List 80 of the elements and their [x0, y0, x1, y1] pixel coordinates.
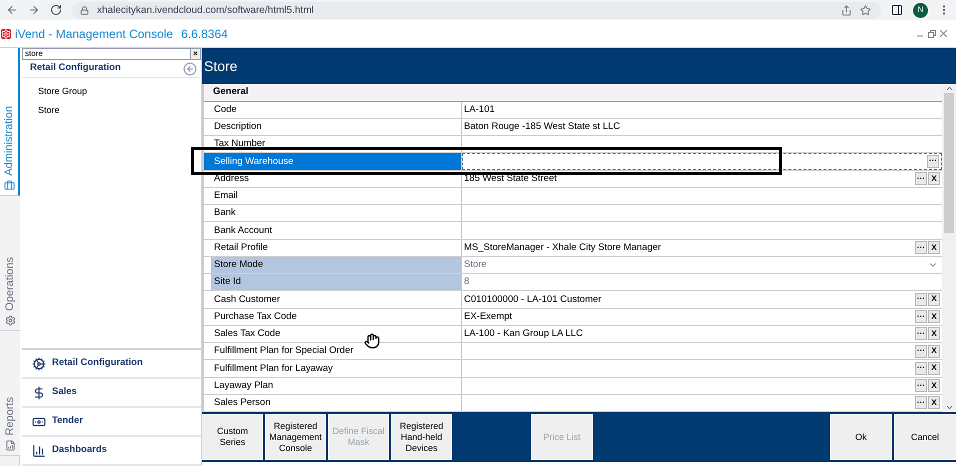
property-value-field[interactable]: Baton Rouge -185 West State st LLC	[462, 118, 942, 135]
cancel-button[interactable]: Cancel	[894, 414, 956, 460]
url-text: xhalecitykan.ivendcloud.com/software/html5.html	[97, 4, 315, 18]
nav-button[interactable]: Dashboards	[22, 437, 201, 466]
share-icon[interactable]	[841, 4, 852, 16]
browse-button[interactable]: ···	[915, 310, 927, 324]
scroll-down-icon[interactable]	[944, 403, 954, 412]
property-value-field[interactable]: ··· X	[462, 378, 942, 394]
address-bar[interactable]: xhalecitykan.ivendcloud.com/software/html5.html	[72, 2, 881, 18]
search-field[interactable]: store ×	[22, 48, 201, 60]
clear-button[interactable]: X	[928, 344, 940, 358]
briefcase-icon	[4, 180, 14, 191]
browse-button[interactable]: ···	[915, 379, 927, 392]
footer-button[interactable]: Registered Management Console	[265, 414, 326, 460]
reload-icon[interactable]	[50, 4, 62, 16]
property-label[interactable]: Site Id	[211, 274, 461, 290]
clear-button[interactable]: X	[928, 241, 940, 254]
scrollbar[interactable]	[942, 84, 956, 412]
lock-icon	[80, 6, 89, 14]
star-icon[interactable]	[860, 4, 871, 16]
footer-button[interactable]: Custom Series	[202, 414, 263, 460]
app-title: iVend - Management Console	[15, 26, 174, 42]
property-value-field[interactable]: EX-Exempt ··· X	[462, 308, 942, 325]
browse-button[interactable]: ···	[915, 396, 927, 410]
side-tab[interactable]: Reports	[0, 331, 20, 456]
app-version: 6.6.8364	[181, 26, 229, 42]
side-panel-icon[interactable]	[891, 4, 903, 16]
browse-button[interactable]: ···	[927, 154, 939, 168]
browse-button[interactable]: ···	[915, 362, 927, 375]
clear-button[interactable]: X	[928, 292, 940, 306]
forward-icon[interactable]	[28, 4, 40, 16]
profile-avatar[interactable]: N	[913, 2, 928, 18]
back-icon[interactable]	[6, 4, 18, 16]
section-heading: General	[213, 85, 248, 100]
clear-button[interactable]: X	[928, 310, 940, 324]
browse-button[interactable]: ···	[915, 327, 927, 340]
browse-button[interactable]: ···	[915, 292, 927, 306]
nav-button[interactable]: Retail Configuration	[22, 350, 201, 379]
gear-icon	[4, 315, 16, 326]
clear-button[interactable]: X	[928, 172, 940, 186]
gears-icon	[32, 356, 46, 370]
sales-icon	[32, 386, 46, 400]
property-value-field[interactable]: LA-100 - Kan Group LA LLC ··· X	[462, 326, 942, 342]
side-tab[interactable]: Administration	[0, 48, 20, 196]
property-value-field[interactable]: Store	[462, 256, 942, 273]
browse-button[interactable]: ···	[915, 172, 927, 186]
sidebar-item[interactable]: Store Group	[22, 82, 201, 101]
clear-button[interactable]: X	[928, 327, 940, 340]
close-icon[interactable]	[940, 30, 947, 37]
ok-button[interactable]: Ok	[830, 414, 892, 460]
restore-icon[interactable]	[928, 30, 936, 38]
footer-button[interactable]: Registered Hand-held Devices	[391, 414, 452, 460]
scroll-thumb[interactable]	[944, 93, 954, 233]
clear-search-button[interactable]: ×	[190, 49, 200, 59]
property-value-field[interactable]: ···	[462, 153, 942, 170]
property-value-field[interactable]: LA-101	[462, 102, 942, 118]
clear-button[interactable]: X	[928, 379, 940, 392]
property-label[interactable]: Selling Warehouse	[204, 153, 461, 170]
side-tab[interactable]: Operations	[0, 196, 20, 331]
property-value-field[interactable]: ··· X	[462, 394, 942, 411]
chart-icon	[32, 444, 46, 458]
property-value-field[interactable]: C010100000 - LA-101 Customer ··· X	[462, 291, 942, 308]
property-value-field[interactable]: MS_StoreManager - Xhale City Store Manager ··· X	[462, 240, 942, 256]
clear-button[interactable]: X	[928, 396, 940, 410]
property-value-field[interactable]: ··· X	[462, 343, 942, 360]
browse-button[interactable]: ···	[915, 344, 927, 358]
property-value-field[interactable]: 8	[462, 274, 942, 290]
sidebar-heading: Retail Configuration	[30, 61, 122, 76]
nav-button[interactable]: Sales	[22, 379, 201, 408]
property-label[interactable]: Store Mode	[211, 256, 461, 273]
hand-cursor-icon	[364, 333, 380, 349]
collapse-icon[interactable]	[183, 62, 197, 76]
sidebar-item[interactable]: Store	[22, 101, 201, 120]
property-value-field[interactable]: ··· X	[462, 360, 942, 376]
page-title: Store	[204, 56, 238, 76]
report-icon	[4, 440, 16, 451]
scroll-up-icon[interactable]	[944, 84, 954, 93]
browse-button[interactable]: ···	[915, 241, 927, 254]
nav-button[interactable]: Tender	[22, 408, 201, 437]
clear-button[interactable]: X	[928, 362, 940, 375]
